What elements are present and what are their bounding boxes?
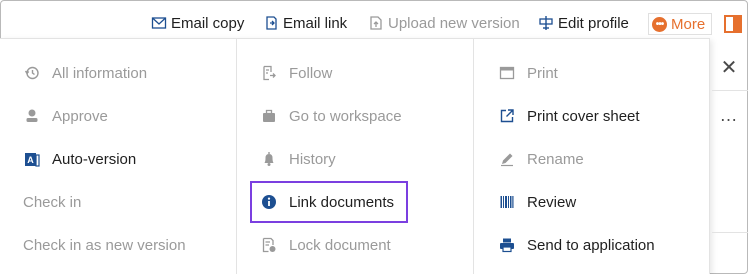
upload-icon (367, 14, 385, 32)
menu-item-print-cover-sheet[interactable]: Print cover sheet (498, 103, 640, 129)
menu-item-label: Auto-version (52, 150, 137, 168)
email-link-button[interactable]: Email link (262, 9, 347, 37)
menu-item-send-to-application[interactable]: Send to application (498, 232, 655, 258)
more-actions-menu: All information Approve A Auto-version C… (0, 38, 710, 274)
menu-item-go-to-workspace[interactable]: Go to workspace (260, 103, 402, 129)
toolbar: Email copy Email link Upload new version… (0, 9, 748, 37)
follow-icon (260, 64, 278, 82)
link-document-icon (262, 14, 280, 32)
divider (712, 90, 748, 91)
upload-new-version-label: Upload new version (388, 14, 520, 32)
svg-text:A: A (27, 155, 34, 165)
pencil-icon (498, 150, 516, 168)
email-copy-label: Email copy (171, 14, 245, 32)
highlight-box (250, 181, 408, 223)
menu-item-auto-version[interactable]: A Auto-version (23, 146, 136, 172)
menu-item-all-information[interactable]: All information (23, 60, 147, 86)
menu-item-label: Lock document (289, 236, 391, 254)
overflow-menu-icon[interactable]: … (719, 106, 739, 128)
more-button[interactable]: ••• More (648, 13, 713, 35)
menu-item-rename[interactable]: Rename (498, 146, 584, 172)
barcode-icon (498, 193, 516, 211)
divider (712, 232, 748, 233)
menu-item-history[interactable]: History (260, 146, 336, 172)
menu-item-label: Check in (23, 193, 82, 211)
menu-item-label: History (289, 150, 336, 168)
menu-item-label: Follow (289, 64, 333, 82)
print-window-icon (498, 64, 516, 82)
menu-item-label: Go to workspace (289, 107, 402, 125)
menu-item-follow[interactable]: Follow (260, 60, 332, 86)
briefcase-icon (260, 107, 278, 125)
history-clock-icon (23, 64, 41, 82)
menu-item-check-in[interactable]: Check in (23, 189, 81, 215)
bell-icon (260, 150, 278, 168)
menu-item-print[interactable]: Print (498, 60, 558, 86)
email-link-label: Email link (283, 14, 348, 32)
menu-item-label: Rename (527, 150, 584, 168)
menu-item-approve[interactable]: Approve (23, 103, 108, 129)
lock-document-icon (260, 236, 278, 254)
menu-item-label: Print cover sheet (527, 107, 640, 125)
edit-profile-label: Edit profile (558, 14, 629, 32)
more-dots-icon: ••• (652, 16, 667, 32)
person-icon (23, 107, 41, 125)
menu-item-lock-document[interactable]: Lock document (260, 232, 391, 258)
menu-item-label: Check in as new version (23, 236, 186, 254)
column-divider (236, 39, 237, 274)
menu-item-check-in-as-new-version[interactable]: Check in as new version (23, 232, 186, 258)
panel-toggle-icon[interactable] (724, 15, 742, 33)
menu-item-label: Print (527, 64, 558, 82)
external-link-icon (498, 107, 516, 125)
auto-version-icon: A (23, 150, 41, 168)
menu-item-label: Approve (52, 107, 108, 125)
edit-profile-button[interactable]: Edit profile (537, 9, 629, 37)
menu-item-label: Review (527, 193, 577, 211)
close-icon[interactable]: ✕ (719, 58, 739, 78)
edit-profile-icon (537, 14, 555, 32)
column-divider (473, 39, 474, 274)
menu-item-label: Send to application (527, 236, 655, 254)
menu-item-review[interactable]: Review (498, 189, 576, 215)
more-label: More (671, 15, 706, 33)
email-copy-button[interactable]: Email copy (150, 9, 244, 37)
upload-new-version-button[interactable]: Upload new version (367, 9, 520, 37)
printer-icon (498, 236, 516, 254)
menu-item-label: All information (52, 64, 148, 82)
envelope-icon (150, 14, 168, 32)
